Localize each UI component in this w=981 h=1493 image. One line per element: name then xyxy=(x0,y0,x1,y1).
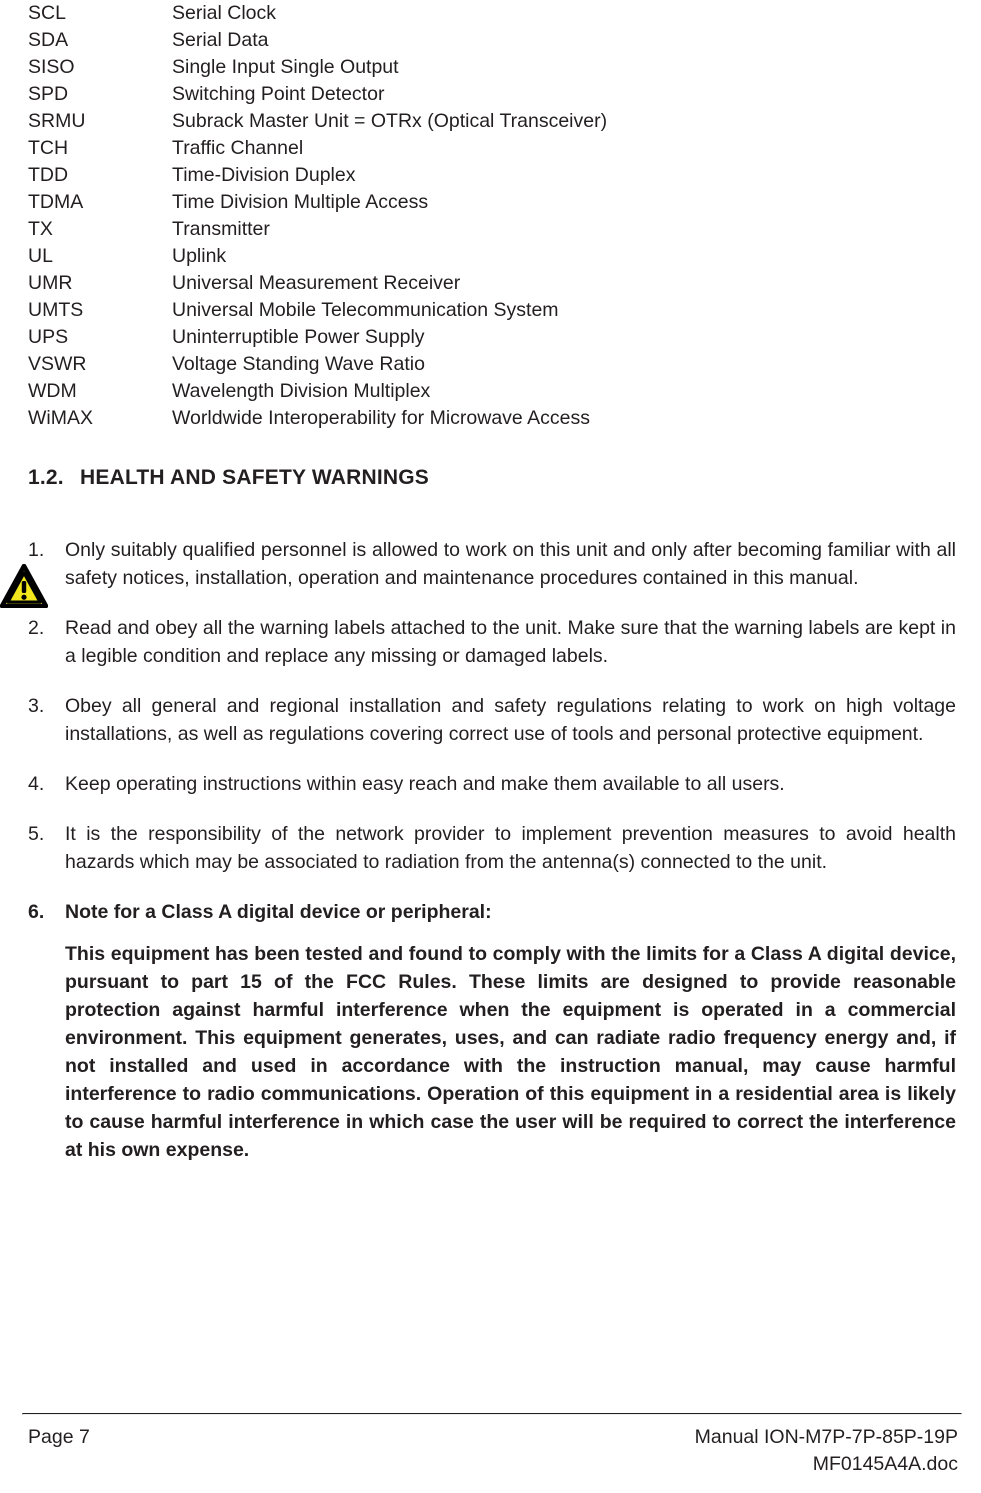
section-number: 1.2. xyxy=(28,466,64,489)
document-reference: Manual ION-M7P-7P-85P-19P MF0145A4A.doc xyxy=(695,1424,960,1478)
abbreviation-definition: Worldwide Interoperability for Microwave… xyxy=(172,407,590,429)
abbreviation-definition: Switching Point Detector xyxy=(172,83,385,105)
abbreviation-row: TCH Traffic Channel xyxy=(28,135,958,162)
safety-warnings-list: 1. Only suitably qualified personnel is … xyxy=(0,536,956,1186)
safety-item-text: Keep operating instructions within easy … xyxy=(65,773,785,795)
abbreviation-definition: Serial Clock xyxy=(172,2,277,24)
page-number: Page 7 xyxy=(28,1426,90,1448)
safety-item-text: Only suitably qualified personnel is all… xyxy=(65,539,956,589)
abbreviation-term: TDMA xyxy=(28,191,84,213)
manual-title: Manual ION-M7P-7P-85P-19P xyxy=(694,1426,958,1448)
abbreviation-term: UMTS xyxy=(28,299,84,321)
abbreviation-row: UMR Universal Measurement Receiver xyxy=(28,270,958,297)
warning-triangle-icon xyxy=(0,563,49,609)
abbreviation-row: TDMA Time Division Multiple Access xyxy=(28,189,958,216)
abbreviation-row: UMTS Universal Mobile Telecommunication … xyxy=(28,297,958,324)
abbreviation-term: UL xyxy=(28,245,53,267)
abbreviation-row: UL Uplink xyxy=(28,243,958,270)
abbreviation-term: UMR xyxy=(28,272,73,294)
abbreviation-definition: Uplink xyxy=(172,245,227,267)
abbreviation-row: WiMAX Worldwide Interoperability for Mic… xyxy=(28,405,958,432)
safety-list-item: 2. Read and obey all the warning labels … xyxy=(28,614,956,670)
abbreviation-definition: Uninterruptible Power Supply xyxy=(172,326,425,348)
document-page: SCL Serial Clock SDA Serial Data SISO Si… xyxy=(0,0,981,1493)
abbreviation-row: SPD Switching Point Detector xyxy=(28,81,958,108)
abbreviation-term: TX xyxy=(28,218,53,240)
abbreviation-row: SCL Serial Clock xyxy=(28,0,958,27)
abbreviation-row: SISO Single Input Single Output xyxy=(28,54,958,81)
abbreviation-definition: Time-Division Duplex xyxy=(172,164,356,186)
fcc-compliance-paragraph: This equipment has been tested and found… xyxy=(65,943,956,1161)
abbreviation-row: SDA Serial Data xyxy=(28,27,958,54)
abbreviation-definition: Universal Measurement Receiver xyxy=(172,272,461,294)
abbreviation-term: SCL xyxy=(28,2,66,24)
abbreviation-row: UPS Uninterruptible Power Supply xyxy=(28,324,958,351)
list-marker: 2. xyxy=(28,617,45,639)
abbreviation-definition: Voltage Standing Wave Ratio xyxy=(172,353,425,375)
safety-list-item: 3. Obey all general and regional install… xyxy=(28,692,956,748)
list-marker: 3. xyxy=(28,695,45,717)
abbreviation-term: TDD xyxy=(28,164,69,186)
safety-list-item: 4. Keep operating instructions within ea… xyxy=(28,770,956,798)
abbreviation-definition: Time Division Multiple Access xyxy=(172,191,429,213)
abbreviation-definition: Serial Data xyxy=(172,29,269,51)
abbreviation-row: TDD Time-Division Duplex xyxy=(28,162,958,189)
list-marker: 6. xyxy=(28,901,45,923)
list-marker: 4. xyxy=(28,773,45,795)
document-filename: MF0145A4A.doc xyxy=(812,1453,958,1475)
abbreviation-list: SCL Serial Clock SDA Serial Data SISO Si… xyxy=(28,0,958,432)
abbreviation-term: SDA xyxy=(28,29,69,51)
abbreviation-row: TX Transmitter xyxy=(28,216,958,243)
abbreviation-term: SRMU xyxy=(28,110,86,132)
abbreviation-term: SISO xyxy=(28,56,75,78)
abbreviation-row: WDM Wavelength Division Multiplex xyxy=(28,378,958,405)
abbreviation-definition: Wavelength Division Multiplex xyxy=(172,380,431,402)
abbreviation-definition: Universal Mobile Telecommunication Syste… xyxy=(172,299,559,321)
abbreviation-row: VSWR Voltage Standing Wave Ratio xyxy=(28,351,958,378)
page-footer: Page 7 Manual ION-M7P-7P-85P-19P MF0145A… xyxy=(22,1413,962,1485)
abbreviation-term: TCH xyxy=(28,137,69,159)
safety-item-text: It is the responsibility of the network … xyxy=(65,823,956,873)
list-marker: 1. xyxy=(28,539,45,561)
section-heading: 1.2. HEALTH AND SAFETY WARNINGS xyxy=(28,466,429,490)
abbreviation-definition: Transmitter xyxy=(172,218,270,240)
abbreviation-term: VSWR xyxy=(28,353,87,375)
section-title: HEALTH AND SAFETY WARNINGS xyxy=(80,466,429,489)
safety-item-text: Read and obey all the warning labels att… xyxy=(65,617,956,667)
safety-item-text: Obey all general and regional installati… xyxy=(65,695,956,745)
abbreviation-term: WDM xyxy=(28,380,77,402)
safety-item-text: Note for a Class A digital device or per… xyxy=(65,901,492,923)
safety-list-item: 1. Only suitably qualified personnel is … xyxy=(0,536,956,609)
abbreviation-definition: Single Input Single Output xyxy=(172,56,399,78)
safety-list-item: 6. Note for a Class A digital device or … xyxy=(28,898,956,1164)
abbreviation-term: UPS xyxy=(28,326,69,348)
abbreviation-row: SRMU Subrack Master Unit = OTRx (Optical… xyxy=(28,108,958,135)
list-marker: 5. xyxy=(28,823,45,845)
abbreviation-definition: Subrack Master Unit = OTRx (Optical Tran… xyxy=(172,110,608,132)
abbreviation-definition: Traffic Channel xyxy=(172,137,304,159)
abbreviation-term: WiMAX xyxy=(28,407,93,429)
safety-list-item: 5. It is the responsibility of the netwo… xyxy=(28,820,956,876)
abbreviation-term: SPD xyxy=(28,83,69,105)
